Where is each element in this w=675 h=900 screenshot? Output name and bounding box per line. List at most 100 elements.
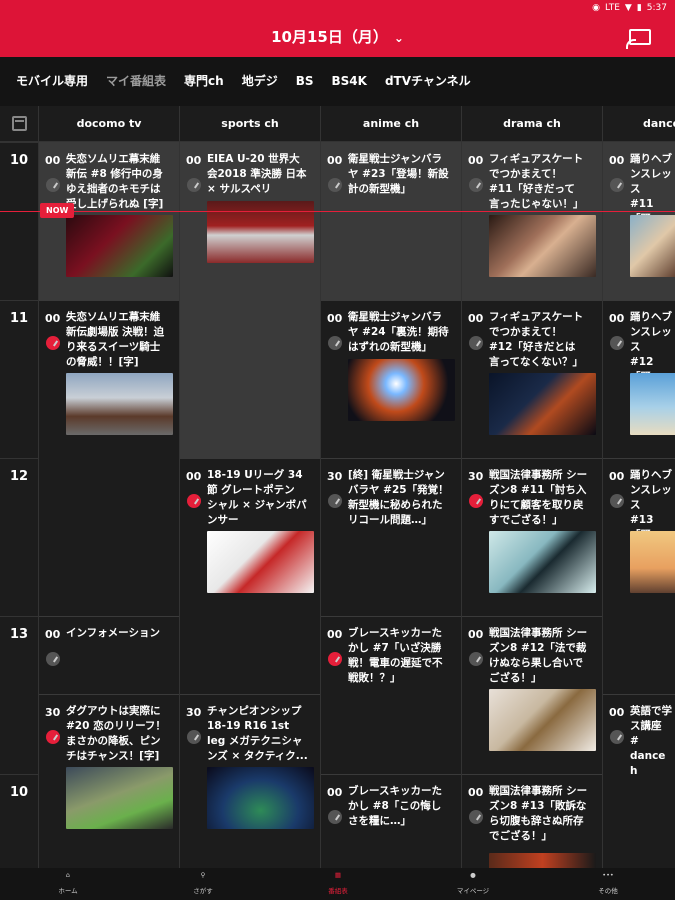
- cast-icon[interactable]: [626, 29, 651, 49]
- record-icon[interactable]: [469, 810, 483, 824]
- program-cell[interactable]: 30 [終] 衛星戦士ジャン バラヤ #25「発覚！ 新型機に秘められた リコー…: [321, 458, 462, 616]
- program-cell[interactable]: 00 踊りヘブ ンスレッス #12「踊 テップ（: [603, 300, 675, 458]
- calendar-icon[interactable]: [12, 116, 27, 131]
- program-cell[interactable]: 30 戦国法律事務所 シー ズン8 #11「討ち入 りにて顧客を取り戻 すでござ…: [462, 458, 603, 616]
- record-icon[interactable]: [469, 494, 483, 508]
- program-cell[interactable]: 00 踊りヘブ ンスレッス #13「踊 テップ（: [603, 458, 675, 616]
- record-icon[interactable]: [328, 652, 342, 666]
- status-bar: ◉ LTE ▼ ▮ 5:37: [592, 3, 667, 13]
- program-minute: 00: [609, 154, 625, 167]
- program-thumbnail: [66, 373, 173, 435]
- record-icon[interactable]: [610, 730, 624, 744]
- record-icon[interactable]: [328, 810, 342, 824]
- program-cell[interactable]: 00 戦国法律事務所 シー ズン8 #12「法で裁 けぬなら果し合いで ござる！…: [462, 616, 603, 774]
- record-icon[interactable]: [328, 494, 342, 508]
- program-cell[interactable]: 00 英語で学 ス講座 # dance h: [603, 694, 675, 868]
- record-icon[interactable]: [46, 730, 60, 744]
- tab-bs4k[interactable]: BS4K: [332, 57, 367, 106]
- program-thumbnail: [630, 531, 675, 593]
- channel-name[interactable]: dance: [602, 106, 675, 142]
- nav-label: その他: [598, 887, 618, 895]
- tab-terrestrial[interactable]: 地デジ: [242, 57, 278, 106]
- nav-label: 番組表: [328, 887, 348, 895]
- program-title: 戦国法律事務所 シー ズン8 #11「討ち入 りにて顧客を取り戻 すでござる！」: [489, 469, 588, 526]
- record-icon[interactable]: [328, 336, 342, 350]
- tab-specialty[interactable]: 専門ch: [184, 57, 224, 106]
- program-cell[interactable]: 30 ダグアウトは実際に #20 恋のリリーフ！ まさかの降板、ピン チはチャン…: [39, 694, 180, 868]
- program-cell[interactable]: 00 フィギュアスケート でつかまえて！ #11「好きだって 言ったじゃない！」: [462, 142, 603, 300]
- record-icon[interactable]: [187, 494, 201, 508]
- program-title: フィギュアスケート でつかまえて！ #11「好きだって 言ったじゃない！」: [489, 153, 584, 210]
- wifi-icon: ▼: [624, 3, 632, 13]
- record-icon[interactable]: [469, 652, 483, 666]
- program-title: ブレースキッカーた かし #7「いざ決勝 戦！電車の遅延で不 戦敗！？」: [348, 627, 443, 684]
- hour-label: 13: [0, 616, 38, 774]
- program-cell[interactable]: 00 衛星戦士ジャンバラ ヤ #24「裏洗！期待 はずれの新型機」: [321, 300, 462, 458]
- channel-name[interactable]: sports ch: [179, 106, 320, 142]
- tab-bs[interactable]: BS: [296, 57, 314, 106]
- record-icon[interactable]: [46, 336, 60, 350]
- program-title: 失恋ソムリエ幕末維 新伝 #8 修行中の身 ゆえ拙者のキモチは 受し上げられぬ …: [66, 153, 164, 210]
- nav-mypage[interactable]: ● マイページ: [438, 871, 508, 895]
- nav-search[interactable]: ⚲ さがす: [168, 871, 238, 895]
- channel-tabs: モバイル専用 マイ番組表 専門ch 地デジ BS BS4K dTVチャンネル: [0, 57, 675, 106]
- hour-label: 10: [0, 774, 38, 868]
- program-minute: 00: [186, 470, 202, 483]
- program-cell[interactable]: 00 踊りヘブ ンスレッス #11「踊 テップ（: [603, 142, 675, 300]
- program-cell[interactable]: 00 衛星戦士ジャンバラ ヤ #23「登場！新設 計の新型機」: [321, 142, 462, 300]
- tab-dtv[interactable]: dTVチャンネル: [385, 57, 471, 106]
- program-cell[interactable]: 00 ブレースキッカーた かし #8「この悔し さを糧に…」: [321, 774, 462, 868]
- program-cell[interactable]: 00 EIEA U-20 世界大 会2018 準決勝 日本 × サルスペリ: [180, 142, 321, 300]
- program-minute: 00: [609, 706, 625, 719]
- tab-my-schedule[interactable]: マイ番組表: [106, 57, 166, 106]
- now-indicator-line: [0, 211, 675, 212]
- channel-name[interactable]: anime ch: [320, 106, 461, 142]
- date-selector[interactable]: 10月15日（月） ⌄: [0, 26, 675, 47]
- record-icon[interactable]: [610, 494, 624, 508]
- program-title: チャンピオンシップ 18-19 R16 1st leg メガテクニシャ ンズ ×…: [207, 705, 308, 762]
- channel-column: 00 フィギュアスケート でつかまえて！ #11「好きだって 言ったじゃない！」…: [461, 142, 603, 868]
- program-minute: 00: [327, 786, 343, 799]
- program-cell[interactable]: 00 失恋ソムリエ幕末維 新伝劇場版 決戦！迫 り来るスイーツ騎士 の脅威！！[…: [39, 300, 180, 458]
- program-thumbnail: [207, 767, 314, 829]
- program-grid: 10 11 12 13 10 00 失恋ソムリエ幕末維 新伝 #8 修行中の身 …: [0, 142, 675, 868]
- record-icon[interactable]: [469, 336, 483, 350]
- program-cell[interactable]: 00 ブレースキッカーた かし #7「いざ決勝 戦！電車の遅延で不 戦敗！？」: [321, 616, 462, 774]
- search-icon: ⚲: [200, 871, 206, 879]
- program-cell[interactable]: 00 フィギュアスケート でつかまえて！ #12「好きだとは 言ってなくない？」: [462, 300, 603, 458]
- program-minute: 00: [468, 154, 484, 167]
- record-icon[interactable]: [328, 178, 342, 192]
- channel-name[interactable]: drama ch: [461, 106, 602, 142]
- record-icon[interactable]: [610, 336, 624, 350]
- channel-name[interactable]: docomo tv: [38, 106, 179, 142]
- program-cell[interactable]: 00 18-19 Uリーグ 34 節 グレートポテン シャル × ジャンボパ ン…: [180, 458, 321, 694]
- hour-label: 10: [0, 142, 38, 300]
- program-cell[interactable]: 30 チャンピオンシップ 18-19 R16 1st leg メガテクニシャ ン…: [180, 694, 321, 868]
- record-icon[interactable]: [187, 178, 201, 192]
- tab-mobile[interactable]: モバイル専用: [16, 57, 88, 106]
- program-title: 衛星戦士ジャンバラ ヤ #24「裏洗！期待 はずれの新型機」: [348, 311, 449, 353]
- program-title: 戦国法律事務所 シー ズン8 #13「敗訴な ら切腹も辞さぬ所存 でござる！」: [489, 785, 588, 842]
- battery-icon: ▮: [636, 3, 642, 13]
- more-icon: •••: [602, 871, 614, 879]
- record-icon[interactable]: [46, 652, 60, 666]
- record-icon[interactable]: [46, 178, 60, 192]
- program-thumbnail: [489, 531, 596, 593]
- status-time: 5:37: [646, 3, 667, 13]
- program-thumbnail: [348, 359, 455, 421]
- record-icon[interactable]: [610, 178, 624, 192]
- program-cell[interactable]: [180, 300, 321, 458]
- nav-schedule[interactable]: ▦ 番組表: [303, 871, 373, 895]
- program-minute: 00: [609, 470, 625, 483]
- channel-header-row: docomo tv sports ch anime ch drama ch da…: [0, 106, 675, 142]
- program-minute: 00: [468, 786, 484, 799]
- record-icon[interactable]: [469, 178, 483, 192]
- record-icon[interactable]: [187, 730, 201, 744]
- program-cell[interactable]: 00 失恋ソムリエ幕末維 新伝 #8 修行中の身 ゆえ拙者のキモチは 受し上げら…: [39, 142, 180, 300]
- hour-label: 12: [0, 458, 38, 616]
- program-cell[interactable]: 00 戦国法律事務所 シー ズン8 #13「敗訴な ら切腹も辞さぬ所存 でござる…: [462, 774, 603, 868]
- nav-home[interactable]: ⌂ ホーム: [33, 871, 103, 895]
- nav-more[interactable]: ••• その他: [573, 871, 643, 895]
- program-title: 衛星戦士ジャンバラ ヤ #23「登場！新設 計の新型機」: [348, 153, 449, 195]
- program-cell[interactable]: 00 インフォメーション: [39, 616, 180, 694]
